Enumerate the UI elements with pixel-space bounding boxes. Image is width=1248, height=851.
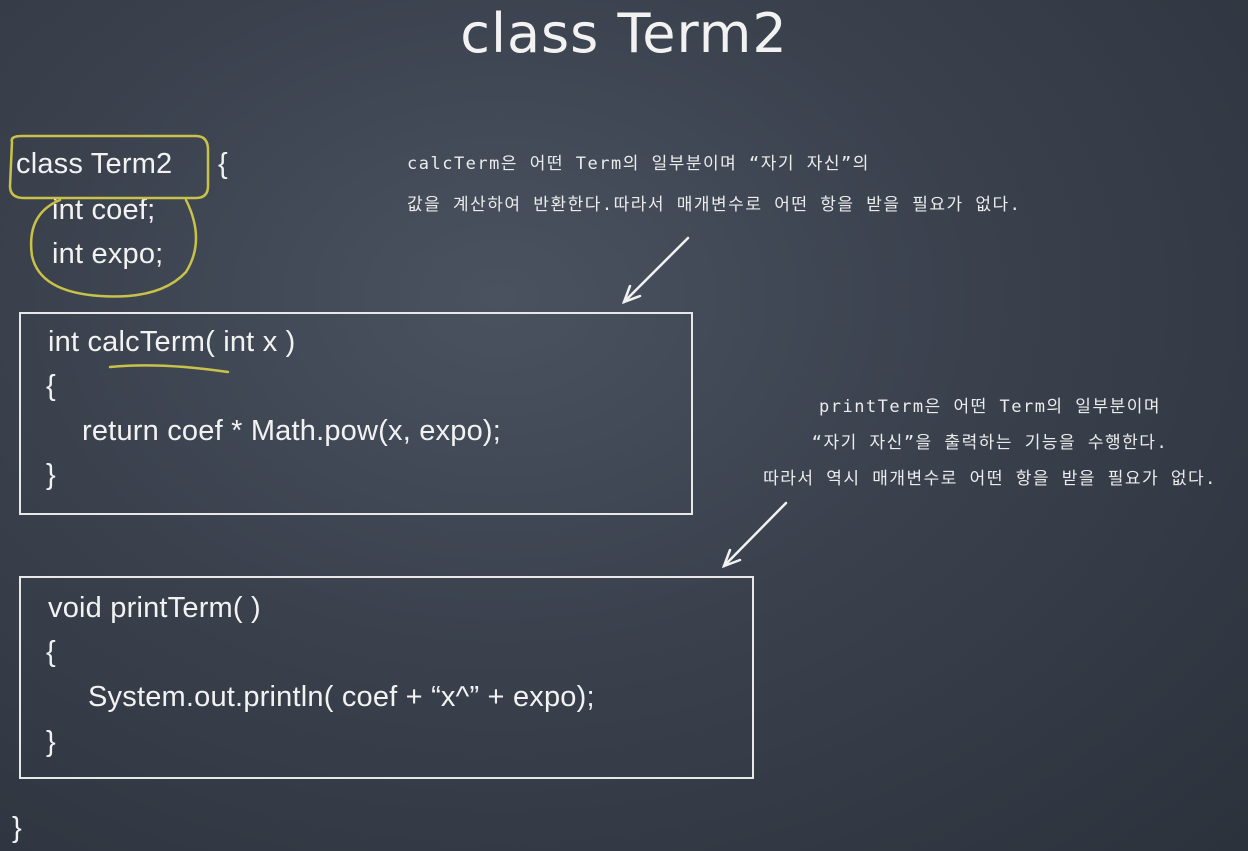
arrow-print-term bbox=[721, 501, 788, 569]
annotation-overlay bbox=[8, 134, 788, 569]
highlight-fields bbox=[29, 198, 198, 298]
underline-calc-term bbox=[108, 364, 230, 374]
highlight-class-name bbox=[8, 134, 210, 200]
arrow-calc-term bbox=[621, 236, 690, 305]
